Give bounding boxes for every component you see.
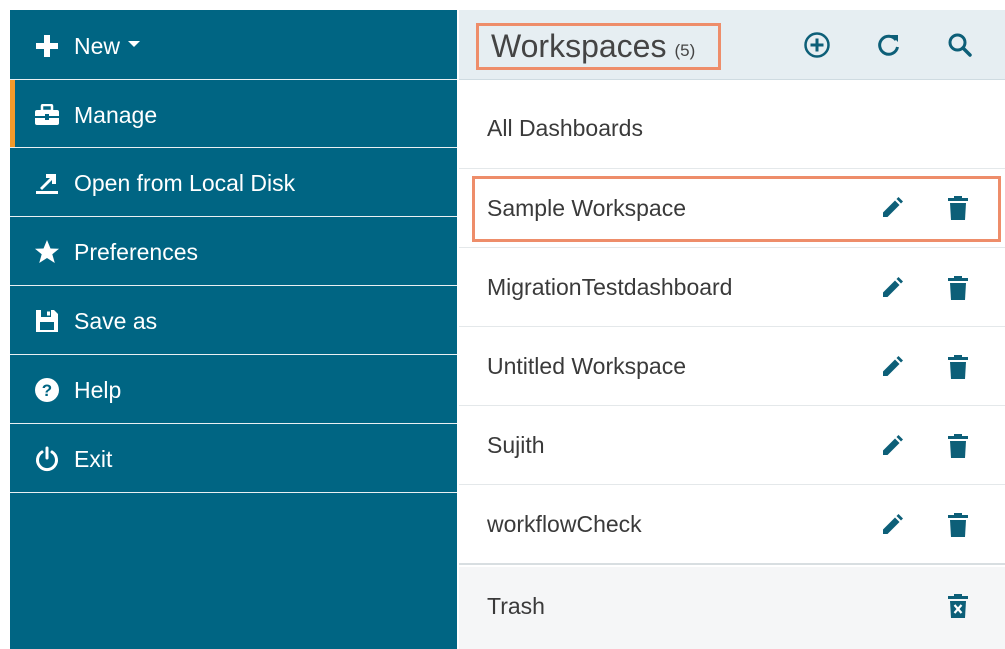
edit-workspace-button[interactable] bbox=[877, 275, 907, 305]
floppy-disk-icon bbox=[34, 308, 60, 334]
divider bbox=[10, 147, 457, 148]
plus-icon bbox=[34, 33, 60, 59]
main-menu: New Manage Open from Local Disk Preferen… bbox=[10, 10, 457, 649]
workspace-name: Sample Workspace bbox=[487, 195, 686, 221]
menu-item-label: Manage bbox=[74, 101, 158, 128]
workspace-row[interactable]: workflowCheck bbox=[459, 485, 1005, 565]
menu-item-open-local-disk[interactable]: Open from Local Disk bbox=[10, 149, 457, 217]
divider bbox=[10, 354, 457, 355]
workspace-row[interactable]: Untitled Workspace bbox=[459, 327, 1005, 406]
briefcase-icon bbox=[34, 102, 60, 128]
workspace-name: Sujith bbox=[487, 432, 545, 458]
delete-workspace-button[interactable] bbox=[943, 275, 973, 305]
menu-item-help[interactable]: ? Help bbox=[10, 356, 457, 424]
refresh-button[interactable] bbox=[874, 32, 904, 62]
svg-text:?: ? bbox=[42, 381, 52, 400]
divider bbox=[10, 492, 457, 493]
trash-icon bbox=[948, 354, 968, 385]
pencil-icon bbox=[880, 355, 904, 384]
workspace-name: MigrationTestdashboard bbox=[487, 274, 733, 300]
menu-item-exit[interactable]: Exit bbox=[10, 425, 457, 493]
edit-workspace-button[interactable] bbox=[877, 433, 907, 463]
list-item-trash[interactable]: Trash bbox=[459, 567, 1005, 649]
menu-item-preferences[interactable]: Preferences bbox=[10, 218, 457, 286]
menu-item-label: New bbox=[74, 32, 121, 59]
workspaces-header: Workspaces (5) bbox=[459, 10, 1005, 80]
page-title: Workspaces bbox=[491, 28, 667, 64]
divider bbox=[10, 285, 457, 286]
add-workspace-button[interactable] bbox=[802, 31, 832, 64]
trash-icon bbox=[948, 433, 968, 464]
workspaces-title-highlight: Workspaces (5) bbox=[476, 23, 721, 70]
delete-workspace-button[interactable] bbox=[943, 433, 973, 463]
workspace-name: workflowCheck bbox=[487, 511, 642, 537]
trash-x-icon bbox=[948, 593, 968, 624]
delete-workspace-button[interactable] bbox=[943, 512, 973, 542]
menu-item-label: Save as bbox=[74, 307, 158, 334]
list-item-label: All Dashboards bbox=[487, 115, 643, 141]
menu-item-label: Preferences bbox=[74, 238, 199, 265]
edit-workspace-button[interactable] bbox=[877, 195, 907, 225]
divider bbox=[10, 216, 457, 217]
menu-item-manage[interactable]: Manage bbox=[10, 81, 457, 149]
star-icon bbox=[34, 239, 60, 265]
workspace-row[interactable]: MigrationTestdashboard bbox=[459, 248, 1005, 327]
divider bbox=[10, 423, 457, 424]
search-button[interactable] bbox=[945, 32, 975, 62]
workspace-row[interactable]: Sujith bbox=[459, 406, 1005, 485]
add-circle-icon bbox=[803, 31, 831, 64]
edit-workspace-button[interactable] bbox=[877, 354, 907, 384]
trash-icon bbox=[948, 275, 968, 306]
menu-item-label: Exit bbox=[74, 445, 113, 472]
help-circle-icon: ? bbox=[34, 377, 60, 403]
workspace-name: Untitled Workspace bbox=[487, 353, 686, 379]
menu-item-new[interactable]: New bbox=[10, 12, 457, 80]
list-item-label: Trash bbox=[487, 593, 545, 619]
trash-icon bbox=[948, 195, 968, 226]
pencil-icon bbox=[880, 513, 904, 542]
power-icon bbox=[34, 446, 60, 472]
menu-item-label: Open from Local Disk bbox=[74, 169, 296, 196]
refresh-icon bbox=[876, 32, 902, 63]
workspaces-panel: Workspaces (5) All Dashboards Sample Wor… bbox=[459, 10, 1005, 649]
upload-icon bbox=[34, 170, 60, 196]
menu-item-save-as[interactable]: Save as bbox=[10, 287, 457, 355]
empty-trash-button[interactable] bbox=[943, 593, 973, 623]
edit-workspace-button[interactable] bbox=[877, 512, 907, 542]
chevron-down-icon bbox=[128, 41, 141, 47]
list-item-all-dashboards[interactable]: All Dashboards bbox=[459, 90, 1005, 169]
delete-workspace-button[interactable] bbox=[943, 195, 973, 225]
menu-item-label: Help bbox=[74, 376, 122, 403]
delete-workspace-button[interactable] bbox=[943, 354, 973, 384]
pencil-icon bbox=[880, 196, 904, 225]
pencil-icon bbox=[880, 276, 904, 305]
workspace-count-badge: (5) bbox=[674, 40, 696, 60]
search-icon bbox=[947, 32, 973, 63]
pencil-icon bbox=[880, 434, 904, 463]
workspace-row[interactable]: Sample Workspace bbox=[459, 169, 1005, 248]
trash-icon bbox=[948, 512, 968, 543]
divider bbox=[10, 79, 457, 80]
